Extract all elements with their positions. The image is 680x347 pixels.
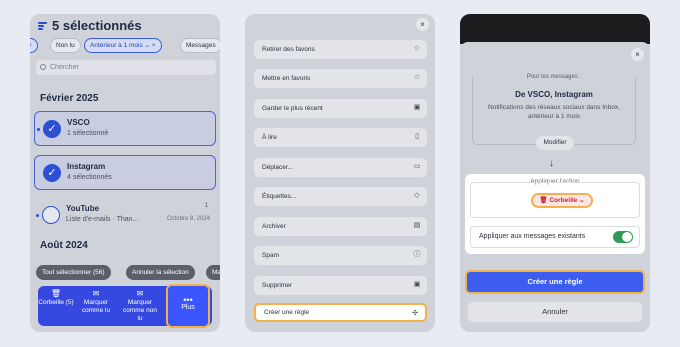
- dimmed-background: [460, 14, 650, 44]
- action-create-rule[interactable]: Créer une règle ✣: [254, 303, 427, 322]
- actions-panel: × Retirer des favoris ☆ Mettre en favoris…: [245, 14, 435, 332]
- unread-dot: [37, 128, 40, 131]
- message-criteria-box: Pour les messages : De VSCO, Instagram N…: [472, 74, 636, 145]
- cancel-selection-button[interactable]: Annuler la sélection: [126, 265, 195, 280]
- cancel-button[interactable]: Annuler: [468, 302, 642, 322]
- more-button[interactable]: ••• Plus: [166, 284, 210, 328]
- menu-icon[interactable]: [38, 21, 47, 30]
- action-spam[interactable]: Spam ⓘ: [254, 246, 427, 265]
- action-selector-box: 🗑 Corbeille ⌄: [470, 182, 640, 218]
- action-card: Appliquer l'action 🗑 Corbeille ⌄ Appliqu…: [465, 174, 645, 254]
- ellipsis-icon: •••: [183, 295, 193, 305]
- unread-dot: [36, 214, 39, 217]
- checkmark-icon[interactable]: ✓: [43, 120, 61, 138]
- action-labels[interactable]: Étiquettes... ◇: [254, 187, 427, 206]
- sender-row-youtube[interactable]: YouTube Liste d'e-mails · Than... 1 Octo…: [34, 198, 216, 233]
- action-move[interactable]: Déplacer... ▭: [254, 158, 427, 177]
- tag-icon: ◇: [414, 192, 420, 199]
- sender-row-instagram[interactable]: ✓ Instagram 4 sélectionnés: [34, 155, 216, 190]
- bulk-action-bar: 🗑 Corbeille (5) ✉ Marquer comme lu ✉ Mar…: [38, 284, 212, 328]
- apply-existing-row: Appliquer aux messages existants: [470, 226, 640, 248]
- archive-icon: ▤: [413, 222, 421, 229]
- checkmark-icon[interactable]: ✓: [43, 164, 61, 182]
- search-icon: [40, 64, 46, 70]
- action-favorite[interactable]: Mettre en favoris ☆: [254, 69, 427, 88]
- action-archive[interactable]: Archiver ▤: [254, 217, 427, 236]
- folder-icon: ▭: [413, 163, 421, 170]
- mark-pill-button[interactable]: Mar: [206, 265, 220, 280]
- alert-icon: ⓘ: [413, 251, 421, 258]
- close-icon[interactable]: ×: [631, 48, 644, 61]
- action-unfavorite[interactable]: Retirer des favoris ☆: [254, 40, 427, 59]
- create-rule-panel: × Pour les messages : De VSCO, Instagram…: [460, 14, 650, 332]
- sender-row-vsco[interactable]: ✓ VSCO 1 sélectionné: [34, 111, 216, 146]
- trash-action-dropdown[interactable]: 🗑 Corbeille ⌄: [531, 193, 593, 208]
- envelope-open-icon: ✉: [92, 289, 100, 298]
- bookmark-icon: ▯: [415, 133, 419, 140]
- criteria-description: Notifications des réseaux sociaux dans I…: [488, 104, 620, 120]
- apply-existing-toggle[interactable]: [613, 231, 633, 243]
- action-read-later[interactable]: À lire ▯: [254, 128, 427, 147]
- delete-icon: ▣: [413, 281, 421, 288]
- mark-unread-button[interactable]: ✉ Marquer comme non lu: [122, 290, 158, 323]
- chip-older-than-month[interactable]: Antérieur à 1 mois ⌄ ×: [84, 38, 162, 53]
- arrow-down-icon: ↓: [549, 158, 554, 169]
- month-header: Août 2024: [40, 240, 88, 251]
- search-input[interactable]: Chercher: [36, 60, 216, 75]
- sender-list-panel: 5 sélectionnés × Non lu Antérieur à 1 mo…: [30, 14, 220, 332]
- trash-icon: 🗑: [50, 289, 62, 298]
- close-icon[interactable]: ×: [416, 18, 429, 31]
- sender-list: De VSCO, Instagram: [515, 90, 593, 99]
- chip-unread[interactable]: Non lu: [50, 38, 81, 53]
- mark-read-button[interactable]: ✉ Marquer comme lu: [78, 290, 114, 315]
- trash-button[interactable]: 🗑 Corbeille (5): [38, 290, 74, 307]
- modify-button[interactable]: Modifier: [536, 136, 574, 150]
- action-delete[interactable]: Supprimer ▣: [254, 276, 427, 295]
- trash-icon: 🗑: [539, 197, 550, 204]
- star-outline-icon: ☆: [413, 45, 421, 52]
- select-all-button[interactable]: Tout sélectionner (56): [36, 265, 111, 280]
- envelope-icon: ✉: [136, 289, 144, 298]
- month-header: Février 2025: [40, 93, 99, 104]
- star-icon: ☆: [413, 74, 421, 81]
- action-keep-latest[interactable]: Garder le plus récent ▣: [254, 99, 427, 118]
- selection-title: 5 sélectionnés: [38, 18, 142, 33]
- chip-clear[interactable]: ×: [30, 38, 38, 53]
- filter-chips: × Non lu Antérieur à 1 mois ⌄ × Messages: [30, 38, 220, 54]
- select-circle-icon[interactable]: [42, 206, 60, 224]
- inbox-icon: ▣: [413, 104, 421, 111]
- rule-icon: ✣: [412, 310, 418, 317]
- chip-messages[interactable]: Messages: [180, 38, 220, 53]
- create-rule-button[interactable]: Créer une règle: [465, 270, 645, 294]
